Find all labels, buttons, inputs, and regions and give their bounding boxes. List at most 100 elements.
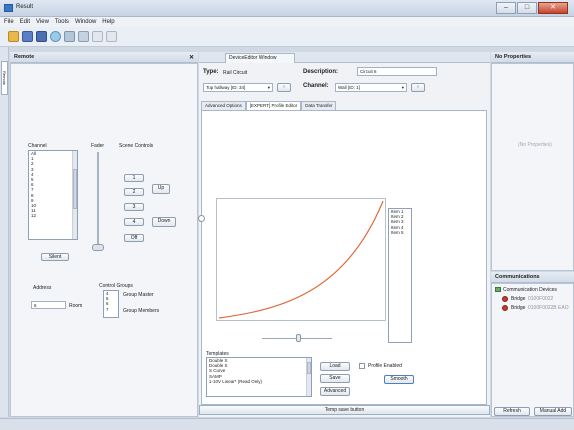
channel-item[interactable]: 12 [29, 213, 77, 218]
no-properties-placeholder: (No Properties) [518, 142, 552, 148]
chevron-down-icon: ▾ [267, 85, 270, 90]
minimize-button[interactable]: – [496, 2, 516, 14]
channel-list[interactable]: All 1 2 3 4 5 6 7 8 9 10 11 12 [28, 150, 78, 240]
device-nav-button[interactable]: » [277, 83, 291, 92]
profile-editor-page: Item 1 Item 2 Item 3 Item 4 Item 5 Templ… [198, 110, 487, 405]
comm-devices-root[interactable]: Communication Devices [503, 287, 557, 293]
items-list[interactable]: Item 1 Item 2 Item 3 Item 4 Item 5 [388, 208, 412, 343]
fader-handle[interactable] [92, 244, 104, 251]
bridge-1-name[interactable]: Bridge [511, 296, 525, 302]
remote-panel: Channel All 1 2 3 4 5 6 7 8 9 10 11 12 F… [10, 63, 198, 417]
template-item[interactable]: 1-10V Linear* (Read Only) [207, 379, 311, 384]
silent-button[interactable]: Silent [41, 253, 69, 261]
address-label: Address [33, 285, 52, 291]
app-icon [4, 4, 13, 12]
editor-tab-bar: DeviceEditor Window [199, 52, 490, 63]
menu-view[interactable]: View [36, 19, 49, 25]
pin-icon[interactable]: ✕ [189, 54, 194, 61]
group-master-label: Group Master [123, 292, 154, 298]
curve-line [218, 200, 384, 319]
advanced-button[interactable]: Advanced [320, 387, 350, 396]
bridge-2-id: 0100F0022B EAO [528, 305, 569, 311]
menu-tools[interactable]: Tools [55, 19, 69, 25]
redo-icon[interactable] [106, 31, 117, 42]
profile-curve-canvas[interactable] [216, 198, 386, 321]
menu-bar: File Edit View Tools Window Help [0, 17, 574, 27]
close-button[interactable]: ✕ [538, 2, 568, 14]
curve-left-handle[interactable] [198, 215, 205, 222]
save-all-icon[interactable] [36, 31, 47, 42]
scene-3-button[interactable]: 3 [124, 203, 144, 211]
up-button[interactable]: Up [152, 184, 170, 194]
description-field[interactable]: Circuit 6 [357, 67, 437, 76]
properties-panel: (No Properties) [491, 63, 574, 271]
down-button[interactable]: Down [152, 217, 176, 227]
device-editor-panel: Type: Rail Circuit Description: Circuit … [198, 63, 490, 417]
channel-scroll-thumb[interactable] [73, 169, 77, 209]
properties-panel-header: No Properties [491, 52, 574, 63]
profile-curve [218, 200, 384, 319]
menu-window[interactable]: Window [75, 19, 96, 25]
save-template-button[interactable]: Save [320, 374, 350, 383]
fader-track [97, 152, 99, 247]
groups-list[interactable]: 4 5 6 7 [103, 290, 119, 318]
templates-scroll-thumb[interactable] [307, 362, 311, 374]
window-title: Result [16, 4, 34, 10]
maximize-button[interactable]: □ [517, 2, 537, 14]
channel-select[interactable]: Wall [ID: 1] ▾ [335, 83, 407, 92]
menu-file[interactable]: File [4, 19, 14, 25]
communications-panel-title: Communications [495, 274, 540, 280]
undo-icon[interactable] [92, 31, 103, 42]
profile-enabled-checkbox[interactable] [359, 363, 365, 369]
bridge-status-icon [502, 305, 508, 311]
scene-4-button[interactable]: 4 [124, 218, 144, 226]
control-groups-label: Control Groups [99, 283, 133, 289]
device-select[interactable]: Top hallway [ID: 34] ▾ [203, 83, 273, 92]
add-icon[interactable] [50, 31, 61, 42]
menu-help[interactable]: Help [102, 19, 114, 25]
channel-select-value: Wall [ID: 1] [338, 85, 360, 90]
device-icon[interactable] [64, 31, 75, 42]
refresh-button[interactable]: Refresh [494, 407, 530, 416]
load-button[interactable]: Load [320, 362, 350, 371]
network-tree-icon [495, 287, 501, 292]
type-label: Type: [203, 69, 219, 75]
scene-off-button[interactable]: Off [124, 234, 144, 242]
type-value: Rail Circuit [223, 70, 248, 76]
tab-device-editor[interactable]: DeviceEditor Window [225, 53, 295, 63]
chevron-down-icon: ▾ [401, 85, 404, 90]
manual-add-button[interactable]: Manual Add [534, 407, 572, 416]
communications-panel: Communication Devices Bridge 0100F0022 B… [491, 283, 574, 417]
tab-profile-editor[interactable]: [EXPERT] Profile Editor [245, 101, 302, 110]
group-members-label: Group Members [123, 308, 160, 314]
tab-advanced-options[interactable]: Advanced Options [201, 101, 246, 110]
network-icon[interactable] [78, 31, 89, 42]
smooth-button[interactable]: Smooth [384, 375, 414, 384]
bridge-2-name[interactable]: Bridge [511, 305, 525, 311]
templates-list[interactable]: Double S Double S S Curve SAMP 1-10V Lin… [206, 357, 312, 397]
status-bar [0, 418, 574, 430]
bridge-1-id: 0100F0022 [528, 296, 554, 302]
group-item[interactable]: 7 [104, 307, 118, 312]
channel-nav-button[interactable]: » [411, 83, 425, 92]
address-field[interactable]: 6 [31, 301, 66, 309]
temp-save-button[interactable]: Temp save button [199, 405, 490, 415]
scene-1-button[interactable]: 1 [124, 174, 144, 182]
scene-controls-label: Scene Controls [119, 143, 154, 149]
scene-2-button[interactable]: 2 [124, 188, 144, 196]
fader-label: Fader [91, 143, 105, 149]
toolbar [0, 27, 574, 47]
description-label: Description: [303, 69, 339, 75]
editor-inner-tabs: Advanced Options [EXPERT] Profile Editor… [201, 101, 337, 110]
tab-data-transfer[interactable]: Data Transfer [301, 101, 337, 110]
open-folder-icon[interactable] [8, 31, 19, 42]
templates-scrollbar[interactable] [306, 358, 311, 396]
profile-enabled-label: Profile Enabled [368, 363, 402, 369]
channel-scrollbar[interactable] [72, 151, 77, 239]
side-tab-remote[interactable]: Remote [1, 61, 8, 95]
profile-item[interactable]: Item 5 [389, 230, 411, 235]
menu-edit[interactable]: Edit [20, 19, 30, 25]
curve-slider-handle[interactable] [296, 334, 301, 342]
save-icon[interactable] [22, 31, 33, 42]
communications-panel-header: Communications [491, 272, 574, 283]
